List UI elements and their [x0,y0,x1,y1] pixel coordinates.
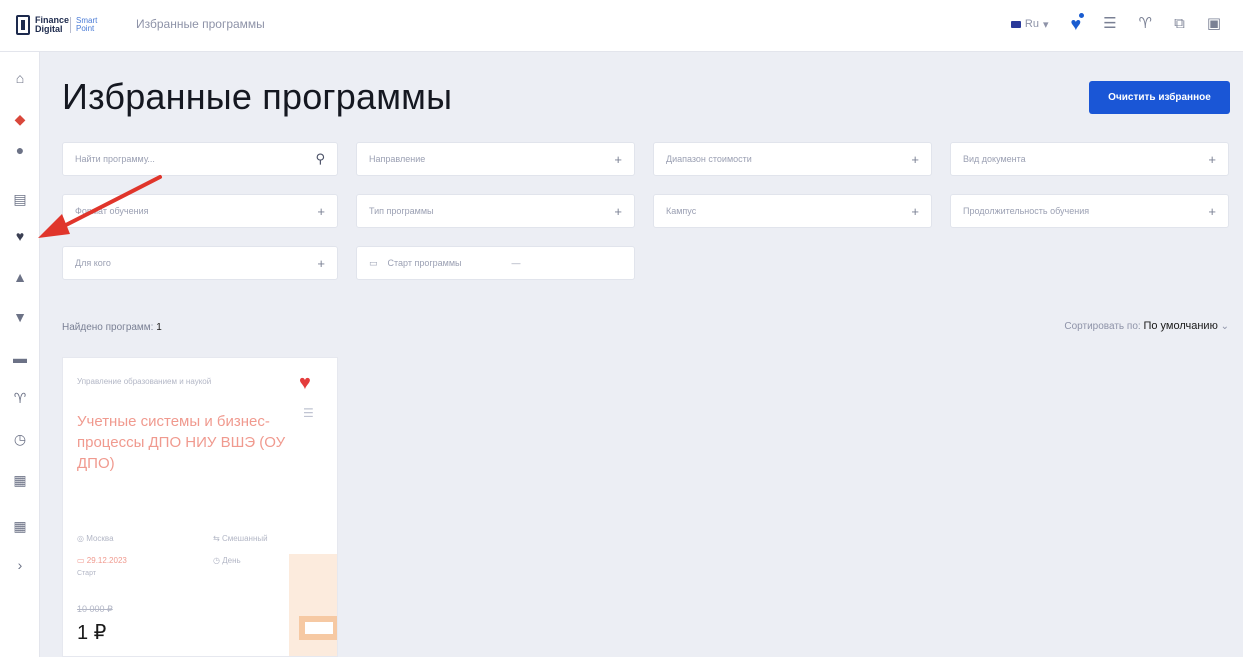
search-placeholder: Найти программу... [75,154,155,164]
compare-icon[interactable]: ⧉ [1174,14,1185,34]
plus-icon: + [1208,203,1216,219]
graduation-icon[interactable]: ▼ [0,308,40,326]
format-select[interactable]: Формат обучения + [62,194,338,228]
list-icon[interactable]: ☰ [1103,14,1116,34]
cup-icon[interactable]: ♈ [0,389,40,407]
compare-list-icon[interactable]: ☰ [303,406,314,420]
plus-icon: + [1208,151,1216,167]
card-mode-text: Смешанный [221,534,268,543]
favorites-badge [1077,11,1087,20]
card-category: Управление образованием и наукой [77,377,212,386]
logo-text: Finance Digital [35,15,70,34]
cup-icon[interactable]: ♈ [1139,14,1152,34]
plus-icon: + [317,203,325,219]
folder-icon[interactable]: ▬ [0,349,40,367]
rocket-icon[interactable]: ◆ [0,110,40,128]
doc-type-select[interactable]: Вид документа + [950,142,1229,176]
search-input[interactable]: Найти программу... ⚲ [62,142,338,176]
chevron-down-icon: ▾ [1042,18,1049,31]
plus-icon: + [911,151,919,167]
location-icon: ◎ [77,534,84,543]
home-icon[interactable]: ⌂ [0,69,40,87]
logo-divider [70,17,71,33]
logo-subtitle: Smart Point [76,16,98,33]
card-old-price: 10 000 ₽ [77,604,113,614]
clear-favorites-button[interactable]: Очистить избранное [1089,81,1230,114]
doc-type-label: Вид документа [963,154,1026,164]
thumbs-up-icon[interactable]: ▲ [0,268,40,286]
clock-icon[interactable]: ◷ [0,430,40,448]
card-decoration [289,554,337,656]
flag-icon [1010,20,1021,28]
campus-select[interactable]: Кампус + [653,194,932,228]
calendar-icon: ▭ [369,257,378,268]
card-time: ◷ День [213,556,241,565]
price-range-label: Диапазон стоимости [666,154,752,164]
sort-label: Сортировать по: [1064,321,1141,332]
logo-mark [16,15,30,35]
chevron-right-icon[interactable]: › [0,556,40,574]
page-title: Избранные программы [62,76,453,117]
duration-select[interactable]: Продолжительность обучения + [950,194,1229,228]
breadcrumb[interactable]: Избранные программы [136,17,265,31]
date-separator: — [511,258,521,268]
top-actions: Ru ▾ ♥ ☰ ♈ ⧉ ▣ [1010,11,1221,34]
found-number: 1 [156,322,162,333]
for-whom-select[interactable]: Для кого + [62,246,338,280]
plus-icon: + [317,255,325,271]
program-type-select[interactable]: Тип программы + [356,194,635,228]
duration-label: Продолжительность обучения [963,206,1090,216]
search-icon[interactable]: ⚲ [315,151,325,167]
chevron-down-icon: ⌄ [1220,321,1229,332]
card-decoration-frame [299,616,337,640]
program-type-label: Тип программы [369,206,434,216]
briefcase-icon[interactable]: ▦ [0,471,40,489]
price-range-select[interactable]: Диапазон стоимости + [653,142,932,176]
sidebar: ⌂ ◆ ● ▤ ♥ ▲ ▼ ▬ ♈ ◷ ▦ ▦ › [0,52,40,657]
direction-label: Направление [369,154,426,164]
language-label: Ru [1024,18,1039,30]
heart-icon[interactable]: ♥ [0,227,40,245]
card-price: 1 ₽ [77,622,107,644]
logo[interactable]: Finance Digital Smart Point [16,13,108,37]
found-count: Найдено программ: 1 [62,322,162,333]
card-city: ◎ Москва [77,534,114,543]
sort-value: По умолчанию [1143,320,1218,332]
sort-dropdown[interactable]: Сортировать по: По умолчанию ⌄ [1064,320,1229,332]
direction-select[interactable]: Направление + [356,142,635,176]
favorites-icon[interactable]: ♥ [1071,11,1087,34]
top-bar: Finance Digital Smart Point Избранные пр… [0,0,1243,52]
format-label: Формат обучения [75,206,149,216]
start-date-range[interactable]: ▭ Старт программы — [356,246,635,280]
card-mode: ⇆ Смешанный [213,534,268,543]
clock-icon: ◷ [213,556,220,565]
card-date: ▭ 29.12.2023 [77,556,127,565]
language-switcher[interactable]: Ru ▾ [1010,18,1049,31]
mode-icon: ⇆ [213,534,220,543]
plus-icon: + [614,203,622,219]
calculator-icon[interactable]: ▤ [0,190,40,208]
card-time-text: День [222,556,241,565]
user-icon[interactable]: ▣ [1207,14,1221,34]
campus-label: Кампус [666,206,697,216]
start-date-placeholder: Старт программы [387,258,462,268]
found-label: Найдено программ: [62,322,154,333]
briefcase-icon[interactable]: ▦ [0,517,40,535]
card-date-text: 29.12.2023 [86,556,127,565]
card-city-text: Москва [86,534,114,543]
for-whom-label: Для кого [75,258,111,268]
globe-icon[interactable]: ● [0,141,40,159]
plus-icon: + [911,203,919,219]
card-date-note: Старт [77,570,97,577]
calendar-icon: ▭ [77,556,85,565]
program-card[interactable]: Управление образованием и наукой ♥ ☰ Уче… [62,357,338,657]
card-title[interactable]: Учетные системы и бизнес-процессы ДПО НИ… [77,411,297,474]
favorite-heart-icon[interactable]: ♥ [299,372,311,395]
plus-icon: + [614,151,622,167]
